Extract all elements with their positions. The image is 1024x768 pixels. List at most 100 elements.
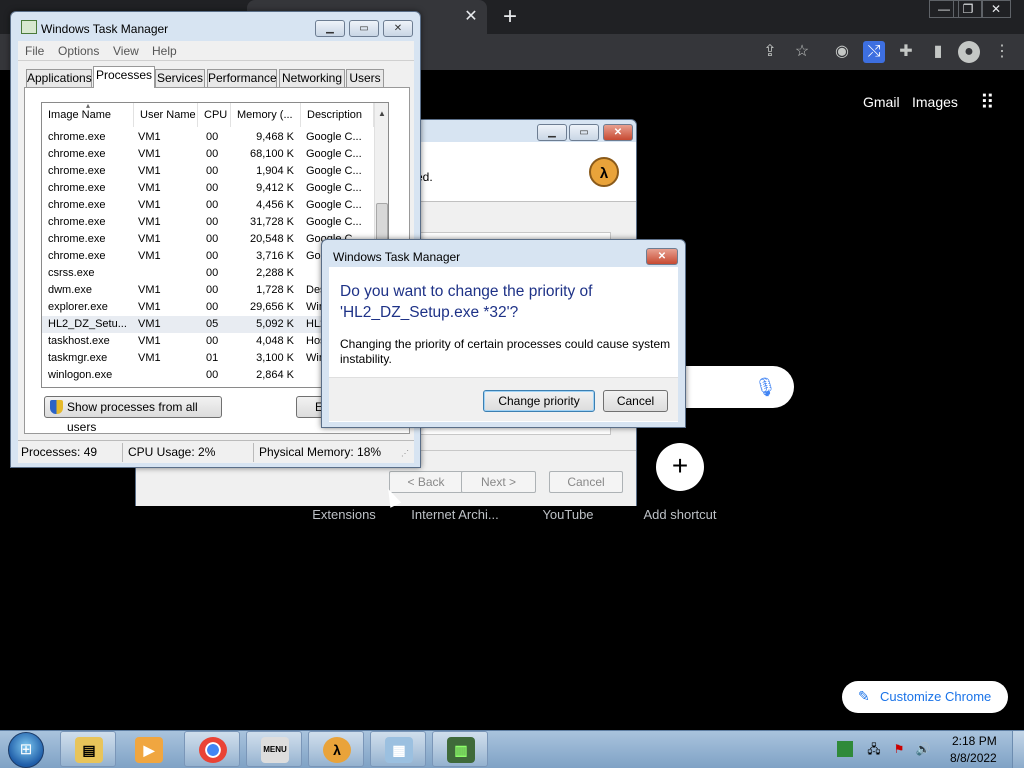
column-memory[interactable]: Memory (... [231, 103, 301, 127]
scrollbar-thumb[interactable] [376, 203, 388, 243]
setup-maximize-button[interactable]: ▭ [569, 124, 599, 141]
task-manager-icon [21, 20, 37, 34]
tab-processes[interactable]: Processes [93, 66, 155, 88]
chrome-close-button[interactable]: ✕ [981, 0, 1011, 18]
menu-bar: File Options View Help [18, 41, 414, 61]
cell-cpu: 00 [206, 182, 219, 194]
cell-name: taskhost.exe [48, 335, 110, 347]
close-button[interactable]: ✕ [383, 20, 413, 37]
cell-user: VM1 [138, 199, 161, 211]
chrome-restore-button[interactable]: ❐ [953, 0, 983, 18]
tray-volume-icon[interactable]: 🔊 [915, 741, 931, 757]
puzzle-icon[interactable]: ✚ [895, 41, 917, 63]
shortcut-youtube[interactable]: YouTube [513, 507, 623, 522]
tab-users[interactable]: Users [346, 69, 384, 87]
resize-grip-icon[interactable]: ⋰ [401, 449, 409, 458]
back-button[interactable]: < Back [389, 471, 463, 493]
tab-services[interactable]: Services [155, 69, 205, 87]
sidepanel-icon[interactable]: ▮ [927, 41, 949, 63]
dialog-cancel-button[interactable]: Cancel [603, 390, 668, 412]
table-row[interactable]: chrome.exe VM1 00 9,468 K Google C... [42, 129, 374, 146]
taskbar-chrome[interactable] [184, 731, 240, 767]
table-row[interactable]: chrome.exe VM1 00 31,728 K Google C... [42, 214, 374, 231]
add-shortcut-icon[interactable]: + [656, 443, 704, 491]
priority-dialog: Windows Task Manager ✕ Do you want to ch… [321, 239, 686, 428]
cell-mem: 1,904 K [256, 165, 294, 177]
gmail-link[interactable]: Gmail [863, 94, 900, 110]
taskbar-media-player[interactable]: ▶ [120, 731, 176, 767]
setup-minimize-button[interactable]: ▁ [537, 124, 567, 141]
status-divider [253, 443, 254, 462]
tray-network-icon[interactable]: 🖧 [866, 741, 882, 757]
images-link[interactable]: Images [912, 94, 958, 110]
change-priority-button[interactable]: Change priority [483, 390, 595, 412]
cell-mem: 9,412 K [256, 182, 294, 194]
sort-arrow-icon: ▴ [86, 102, 91, 110]
cell-cpu: 00 [206, 284, 219, 296]
menu-options[interactable]: Options [58, 44, 99, 58]
star-icon[interactable]: ☆ [791, 41, 813, 63]
clock-time[interactable]: 2:18 PM [952, 734, 997, 748]
table-row[interactable]: chrome.exe VM1 00 9,412 K Google C... [42, 180, 374, 197]
scroll-up-icon[interactable]: ▲ [378, 109, 386, 118]
profile-icon[interactable]: ● [958, 41, 980, 63]
shortcut-add[interactable]: Add shortcut [625, 507, 735, 522]
menu-icon[interactable]: ⋮ [991, 41, 1013, 63]
cell-name: csrss.exe [48, 267, 95, 279]
remote-desktop-icon: ▦ [385, 737, 413, 763]
next-button[interactable]: Next > [461, 471, 536, 493]
extension-b-icon[interactable]: ⤭ [863, 41, 885, 63]
apps-grid-icon[interactable]: ⠿ [980, 93, 1000, 113]
cell-cpu: 00 [206, 165, 219, 177]
maximize-button[interactable]: ▭ [349, 20, 379, 37]
mic-icon[interactable]: 🎙 [754, 374, 777, 400]
status-processes: Processes: 49 [21, 445, 98, 459]
show-all-processes-button[interactable]: Show processes from all users [44, 396, 222, 434]
new-tab-button[interactable]: + [498, 4, 522, 30]
share-icon[interactable]: ⇪ [759, 41, 781, 63]
half-life-logo-icon: λ [589, 157, 619, 187]
dialog-close-button[interactable]: ✕ [646, 248, 678, 265]
half-life-icon: λ [323, 737, 351, 763]
taskbar-half-life-setup[interactable]: λ [308, 731, 364, 767]
status-cpu: CPU Usage: 2% [128, 445, 216, 459]
tray-green-icon[interactable] [837, 741, 853, 757]
menu-file[interactable]: File [25, 44, 44, 58]
column-description[interactable]: Description [301, 103, 374, 127]
table-row[interactable]: chrome.exe VM1 00 1,904 K Google C... [42, 163, 374, 180]
menu-view[interactable]: View [113, 44, 139, 58]
taskbar-remote-desktop[interactable]: ▦ [370, 731, 426, 767]
cell-cpu: 00 [206, 267, 219, 279]
menu-app-icon: MENU [261, 737, 289, 763]
minimize-button[interactable]: ▁ [315, 20, 345, 37]
setup-close-button[interactable]: ✕ [603, 124, 633, 141]
table-row[interactable]: chrome.exe VM1 00 68,100 K Google C... [42, 146, 374, 163]
media-player-icon: ▶ [135, 737, 163, 763]
extension-a-icon[interactable]: ◉ [831, 41, 853, 63]
task-manager-icon: ▥ [447, 737, 475, 763]
cell-desc: Google C... [306, 165, 362, 177]
tray-action-center-icon[interactable]: ⚑ [891, 741, 907, 757]
tab-networking[interactable]: Networking [279, 69, 345, 87]
shortcut-internet-archive[interactable]: Internet Archi... [400, 507, 510, 522]
taskbar-task-manager[interactable]: ▥ [432, 731, 488, 767]
dialog-warning: Changing the priority of certain process… [340, 337, 671, 366]
cell-cpu: 00 [206, 250, 219, 262]
menu-help[interactable]: Help [152, 44, 177, 58]
shield-icon [50, 400, 63, 414]
taskbar-explorer[interactable]: ▤ [60, 731, 116, 767]
table-row[interactable]: chrome.exe VM1 00 4,456 K Google C... [42, 197, 374, 214]
shortcut-extensions[interactable]: Extensions [289, 507, 399, 522]
cell-mem: 2,288 K [256, 267, 294, 279]
chrome-icon [199, 737, 227, 763]
clock-date[interactable]: 8/8/2022 [950, 751, 997, 765]
taskbar-menu-app[interactable]: MENU [246, 731, 302, 767]
setup-cancel-button[interactable]: Cancel [549, 471, 623, 493]
tab-close-icon[interactable]: ✕ [460, 6, 482, 28]
column-cpu[interactable]: CPU [198, 103, 231, 127]
tab-performance[interactable]: Performance [207, 69, 277, 87]
start-button[interactable]: ⊞ [8, 732, 44, 768]
show-desktop-button[interactable] [1012, 731, 1024, 768]
column-user-name[interactable]: User Name [134, 103, 198, 127]
tab-applications[interactable]: Applications [26, 69, 92, 87]
